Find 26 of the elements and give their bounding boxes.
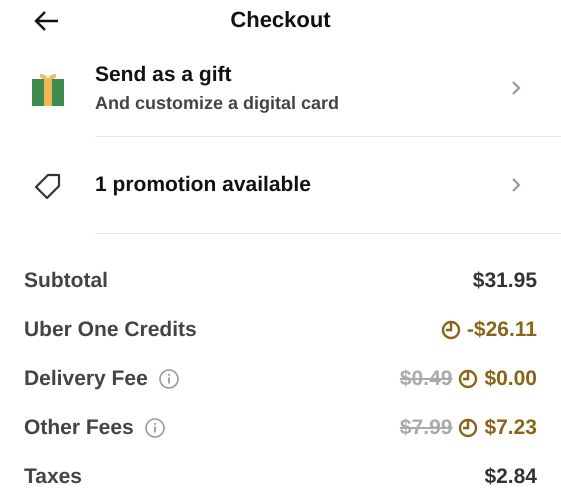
promotion-option[interactable]: 1 promotion available [95,137,561,234]
clock-icon [440,320,461,340]
fee-value: $31.95 [472,268,537,292]
chevron-icon [511,177,521,193]
fee-value: $0.00 [484,366,537,390]
clock-icon [458,418,478,438]
fee-value: $7.23 [484,416,537,440]
page-title: Checkout [230,7,331,33]
gift-option[interactable]: Send as a gift And customize a digital card [95,40,561,137]
fee-label: Other Fees [24,416,134,440]
option-title: 1 promotion available [95,173,312,197]
fee-label: Taxes [24,464,82,488]
info-icon[interactable] [158,368,180,390]
original-price: $7.99 [400,416,452,440]
option-subtitle: And customize a digital card [95,92,340,114]
chevron-icon [511,80,521,96]
tag-icon [34,172,62,200]
fee-value: -$26.11 [466,318,537,342]
fee-value: $2.84 [484,464,537,488]
option-title: Send as a gift [95,62,233,86]
original-price: $0.49 [400,366,452,390]
fee-label: Subtotal [24,268,108,292]
clock-icon [458,368,478,388]
info-icon[interactable] [144,416,166,438]
fee-label: Delivery Fee [24,366,148,390]
fee-label: Uber One Credits [24,318,197,342]
